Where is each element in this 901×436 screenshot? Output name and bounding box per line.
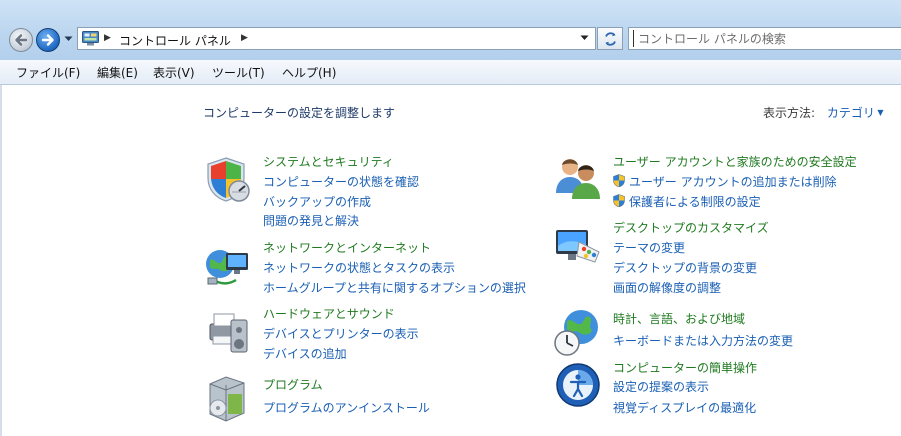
address-bar[interactable]: ▶ コントロール パネル ▶ bbox=[77, 27, 596, 50]
control-panel-icon bbox=[82, 31, 99, 46]
uac-shield-icon bbox=[613, 194, 625, 207]
menu-file[interactable]: ファイル(F) bbox=[16, 64, 80, 81]
link-uninstall-program[interactable]: プログラムのアンインストール bbox=[263, 399, 430, 416]
back-button[interactable] bbox=[9, 28, 33, 52]
refresh-button[interactable] bbox=[597, 27, 623, 50]
category-programs[interactable]: プログラム bbox=[263, 376, 323, 393]
address-history-dropdown-icon[interactable] bbox=[580, 35, 589, 41]
link-create-backup[interactable]: バックアップの作成 bbox=[263, 193, 371, 210]
link-network-status-tasks[interactable]: ネットワークの状態とタスクの表示 bbox=[263, 259, 455, 276]
uac-shield-icon bbox=[613, 174, 625, 187]
category-desktop-customize[interactable]: デスクトップのカスタマイズ bbox=[613, 219, 769, 236]
menu-help[interactable]: ヘルプ(H) bbox=[282, 64, 336, 81]
programs-box-icon[interactable] bbox=[204, 374, 250, 424]
link-adjust-resolution[interactable]: 画面の解像度の調整 bbox=[613, 279, 721, 296]
printer-icon[interactable] bbox=[204, 306, 252, 356]
link-add-remove-user-accounts[interactable]: ユーザー アカウントの追加または削除 bbox=[629, 173, 837, 190]
search-input[interactable] bbox=[633, 30, 898, 47]
link-change-theme[interactable]: テーマの変更 bbox=[613, 239, 685, 256]
link-add-device[interactable]: デバイスの追加 bbox=[263, 345, 347, 362]
link-check-computer-status[interactable]: コンピューターの状態を確認 bbox=[263, 173, 419, 190]
category-hardware-sound[interactable]: ハードウェアとサウンド bbox=[263, 305, 395, 322]
breadcrumb-separator-icon[interactable]: ▶ bbox=[241, 33, 248, 43]
menu-edit[interactable]: 編集(E) bbox=[97, 64, 138, 81]
menu-bar: ファイル(F) 編集(E) 表示(V) ツール(T) ヘルプ(H) bbox=[0, 60, 901, 85]
category-clock-language-region[interactable]: 時計、言語、および地域 bbox=[613, 310, 745, 327]
clock-globe-icon[interactable] bbox=[553, 307, 603, 357]
page-heading: コンピューターの設定を調整します bbox=[203, 106, 396, 120]
network-globe-icon[interactable] bbox=[204, 242, 252, 290]
category-system-security[interactable]: システムとセキュリティ bbox=[263, 153, 394, 170]
view-mode-label: 表示方法: bbox=[763, 106, 816, 120]
view-mode-dropdown[interactable]: カテゴリ bbox=[827, 106, 884, 120]
forward-arrow-icon bbox=[41, 34, 54, 46]
link-devices-printers[interactable]: デバイスとプリンターの表示 bbox=[263, 325, 419, 342]
link-homegroup-sharing[interactable]: ホームグループと共有に関するオプションの選択 bbox=[263, 279, 526, 296]
category-user-accounts[interactable]: ユーザー アカウントと家族のための安全設定 bbox=[613, 153, 857, 170]
menu-tools[interactable]: ツール(T) bbox=[212, 64, 265, 81]
menu-view[interactable]: 表示(V) bbox=[153, 64, 195, 81]
ease-of-access-icon[interactable] bbox=[554, 361, 602, 409]
link-get-recommendations[interactable]: 設定の提案の表示 bbox=[613, 378, 709, 395]
forward-button[interactable] bbox=[36, 28, 60, 52]
link-find-fix-problems[interactable]: 問題の発見と解決 bbox=[263, 212, 359, 229]
link-change-background[interactable]: デスクトップの背景の変更 bbox=[613, 259, 757, 276]
back-arrow-icon bbox=[15, 34, 28, 46]
link-optimize-display[interactable]: 視覚ディスプレイの最適化 bbox=[613, 399, 756, 416]
link-change-keyboard-input[interactable]: キーボードまたは入力方法の変更 bbox=[613, 332, 793, 349]
category-ease-of-access[interactable]: コンピューターの簡単操作 bbox=[613, 359, 757, 376]
left-frame-edge bbox=[0, 85, 2, 436]
shield-windows-icon[interactable] bbox=[204, 155, 252, 203]
breadcrumb-control-panel[interactable]: コントロール パネル bbox=[119, 32, 231, 49]
refresh-icon bbox=[605, 32, 616, 46]
category-network-internet[interactable]: ネットワークとインターネット bbox=[263, 239, 431, 256]
view-mode-selector: 表示方法: カテゴリ bbox=[763, 104, 884, 121]
link-parental-controls[interactable]: 保護者による制限の設定 bbox=[629, 193, 761, 210]
search-box[interactable] bbox=[628, 27, 901, 50]
recent-pages-dropdown-icon[interactable] bbox=[64, 36, 73, 42]
users-icon[interactable] bbox=[553, 153, 603, 201]
breadcrumb-separator-icon[interactable]: ▶ bbox=[104, 33, 111, 43]
display-palette-icon[interactable] bbox=[553, 224, 603, 272]
navigation-bar: ▶ コントロール パネル ▶ bbox=[0, 0, 901, 60]
